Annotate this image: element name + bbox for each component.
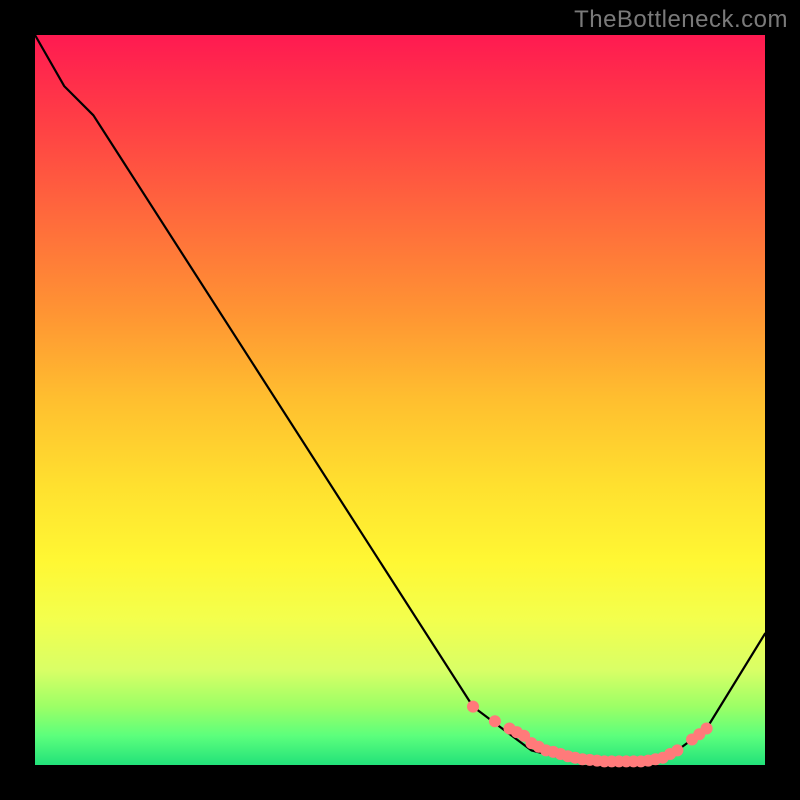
threshold-dot xyxy=(467,701,479,713)
threshold-dot xyxy=(671,744,683,756)
threshold-dot xyxy=(701,723,713,735)
chart-frame: TheBottleneck.com xyxy=(0,0,800,800)
chart-plot-area xyxy=(35,35,765,765)
threshold-dot xyxy=(489,715,501,727)
watermark-text: TheBottleneck.com xyxy=(574,6,788,34)
bottleneck-curve xyxy=(35,35,765,761)
chart-svg xyxy=(35,35,765,765)
threshold-markers xyxy=(467,701,713,768)
